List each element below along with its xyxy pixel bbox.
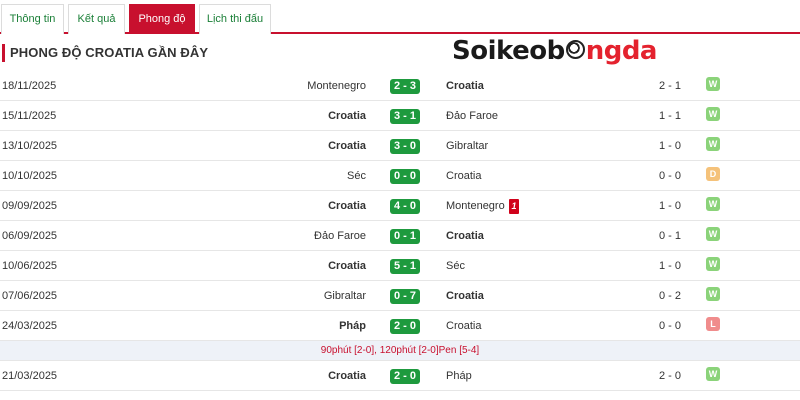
- half-time-score: 0 - 1: [658, 230, 681, 242]
- tab-thong-tin[interactable]: Thông tin: [1, 4, 64, 34]
- away-team[interactable]: Croatia: [446, 281, 484, 311]
- away-team[interactable]: Montenegro: [446, 191, 505, 221]
- match-score[interactable]: 4 - 0: [390, 199, 420, 214]
- match-row[interactable]: 18/11/2025 Montenegro 2 - 3 Croatia 2 - 1 W: [0, 71, 800, 101]
- match-score[interactable]: 0 - 1: [390, 229, 420, 244]
- result-badge: W: [706, 227, 720, 241]
- home-team[interactable]: Croatia: [328, 131, 366, 161]
- home-team[interactable]: Croatia: [328, 191, 366, 221]
- match-date: 21/03/2025: [2, 370, 58, 382]
- half-time-score: 1 - 1: [658, 110, 681, 122]
- away-team[interactable]: Đảo Faroe: [446, 101, 498, 131]
- tab-lich-thi-dau[interactable]: Lịch thi đấu: [199, 4, 271, 34]
- home-team[interactable]: Croatia: [328, 361, 366, 391]
- match-score[interactable]: 2 - 0: [390, 319, 420, 334]
- half-time-score: 1 - 0: [658, 200, 681, 212]
- half-time-score: 0 - 0: [658, 320, 681, 332]
- half-time-score: 2 - 0: [658, 370, 681, 382]
- match-date: 10/06/2025: [2, 260, 58, 272]
- away-team[interactable]: Pháp: [446, 361, 472, 391]
- home-team[interactable]: Gibraltar: [324, 281, 366, 311]
- match-row[interactable]: 13/10/2025 Croatia 3 - 0 Gibraltar 1 - 0 W: [0, 131, 800, 161]
- match-list: 18/11/2025 Montenegro 2 - 3 Croatia 2 - 1 W 15…: [0, 71, 800, 391]
- logo-text-2: ngda: [585, 36, 658, 66]
- match-row[interactable]: 21/03/2025 Croatia 2 - 0 Pháp 2 - 0 W: [0, 361, 800, 391]
- match-date: 13/10/2025: [2, 140, 58, 152]
- site-logo[interactable]: Soikeob ngda: [452, 33, 657, 69]
- soccer-ball-icon: [565, 40, 585, 59]
- result-badge: W: [706, 367, 720, 381]
- tab-ket-qua[interactable]: Kết quả: [68, 4, 125, 34]
- match-date: 24/03/2025: [2, 320, 58, 332]
- away-team[interactable]: Croatia: [446, 161, 481, 191]
- logo-text-1: Soikeob: [452, 36, 565, 66]
- match-row[interactable]: 24/03/2025 Pháp 2 - 0 Croatia 0 - 0 L: [0, 311, 800, 341]
- match-row[interactable]: 06/09/2025 Đảo Faroe 0 - 1 Croatia 0 - 1 W: [0, 221, 800, 251]
- away-team[interactable]: Croatia: [446, 71, 484, 101]
- tab-phong-do[interactable]: Phong độ: [129, 4, 195, 34]
- home-team[interactable]: Montenegro: [307, 71, 366, 101]
- home-team[interactable]: Séc: [347, 161, 366, 191]
- result-badge: D: [706, 167, 720, 181]
- match-date: 15/11/2025: [2, 110, 57, 122]
- match-row[interactable]: 09/09/2025 Croatia 4 - 0 Montenegro 1 1 - 0 W: [0, 191, 800, 221]
- match-score[interactable]: 2 - 0: [390, 369, 420, 384]
- result-badge: W: [706, 137, 720, 151]
- section-accent-bar: [2, 44, 5, 62]
- home-team[interactable]: Croatia: [328, 251, 366, 281]
- match-score[interactable]: 2 - 3: [390, 79, 420, 94]
- red-card-icon: 1: [509, 199, 519, 214]
- match-date: 10/10/2025: [2, 170, 58, 182]
- match-score[interactable]: 3 - 1: [390, 109, 420, 124]
- away-team[interactable]: Séc: [446, 251, 465, 281]
- home-team[interactable]: Pháp: [339, 311, 366, 341]
- match-score[interactable]: 0 - 0: [390, 169, 420, 184]
- result-badge: W: [706, 287, 720, 301]
- match-row[interactable]: 10/06/2025 Croatia 5 - 1 Séc 1 - 0 W: [0, 251, 800, 281]
- home-team[interactable]: Đảo Faroe: [314, 221, 366, 251]
- home-team[interactable]: Croatia: [328, 101, 366, 131]
- match-date: 06/09/2025: [2, 230, 58, 242]
- match-date: 18/11/2025: [2, 80, 57, 92]
- half-time-score: 2 - 1: [658, 80, 681, 92]
- half-time-score: 0 - 0: [658, 170, 681, 182]
- match-note-row: 90phút [2-0], 120phút [2-0]Pen [5-4]: [0, 341, 800, 361]
- half-time-score: 1 - 0: [658, 260, 681, 272]
- match-score[interactable]: 5 - 1: [390, 259, 420, 274]
- match-row[interactable]: 15/11/2025 Croatia 3 - 1 Đảo Faroe 1 - 1 W: [0, 101, 800, 131]
- section-title: PHONG ĐỘ CROATIA GẦN ĐÂY: [10, 45, 209, 60]
- match-row[interactable]: 10/10/2025 Séc 0 - 0 Croatia 0 - 0 D: [0, 161, 800, 191]
- match-score[interactable]: 0 - 7: [390, 289, 420, 304]
- away-team[interactable]: Croatia: [446, 221, 484, 251]
- result-badge: W: [706, 257, 720, 271]
- match-row[interactable]: 07/06/2025 Gibraltar 0 - 7 Croatia 0 - 2 W: [0, 281, 800, 311]
- match-note: 90phút [2-0], 120phút [2-0]Pen [5-4]: [320, 345, 480, 356]
- result-badge: W: [706, 77, 720, 91]
- match-date: 07/06/2025: [2, 290, 58, 302]
- result-badge: L: [706, 317, 720, 331]
- tab-bar: Thông tin Kết quả Phong độ Lịch thi đấu: [0, 0, 800, 34]
- result-badge: W: [706, 197, 720, 211]
- match-score[interactable]: 3 - 0: [390, 139, 420, 154]
- result-badge: W: [706, 107, 720, 121]
- away-team[interactable]: Gibraltar: [446, 131, 488, 161]
- match-date: 09/09/2025: [2, 200, 58, 212]
- half-time-score: 0 - 2: [658, 290, 681, 302]
- away-team[interactable]: Croatia: [446, 311, 481, 341]
- half-time-score: 1 - 0: [658, 140, 681, 152]
